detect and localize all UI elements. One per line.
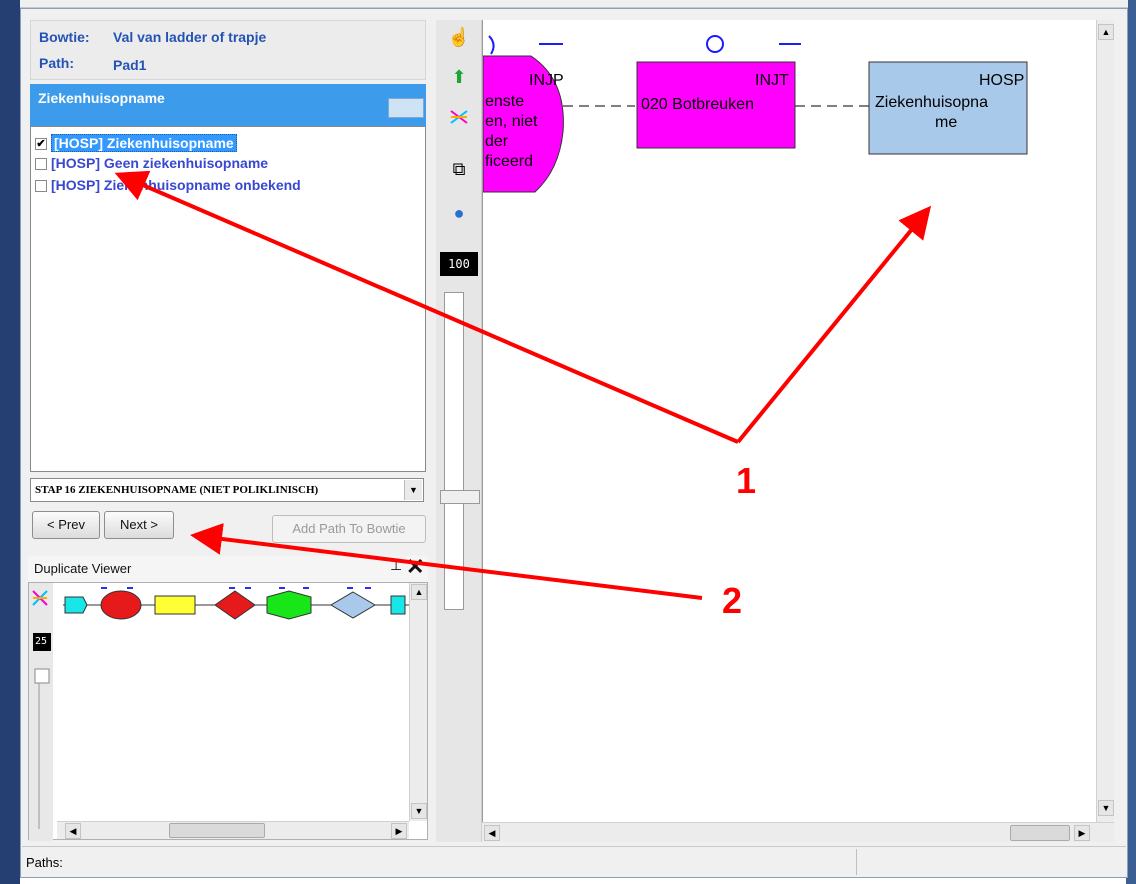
annotation-arrow-2 bbox=[190, 523, 703, 600]
annotation-label-2: 2 bbox=[722, 580, 743, 621]
annotation-label-1: 1 bbox=[736, 460, 757, 501]
annotation-arrow-1a bbox=[114, 170, 739, 444]
annotation-overlay bbox=[114, 170, 932, 600]
annotation-arrow-1b bbox=[736, 205, 932, 444]
